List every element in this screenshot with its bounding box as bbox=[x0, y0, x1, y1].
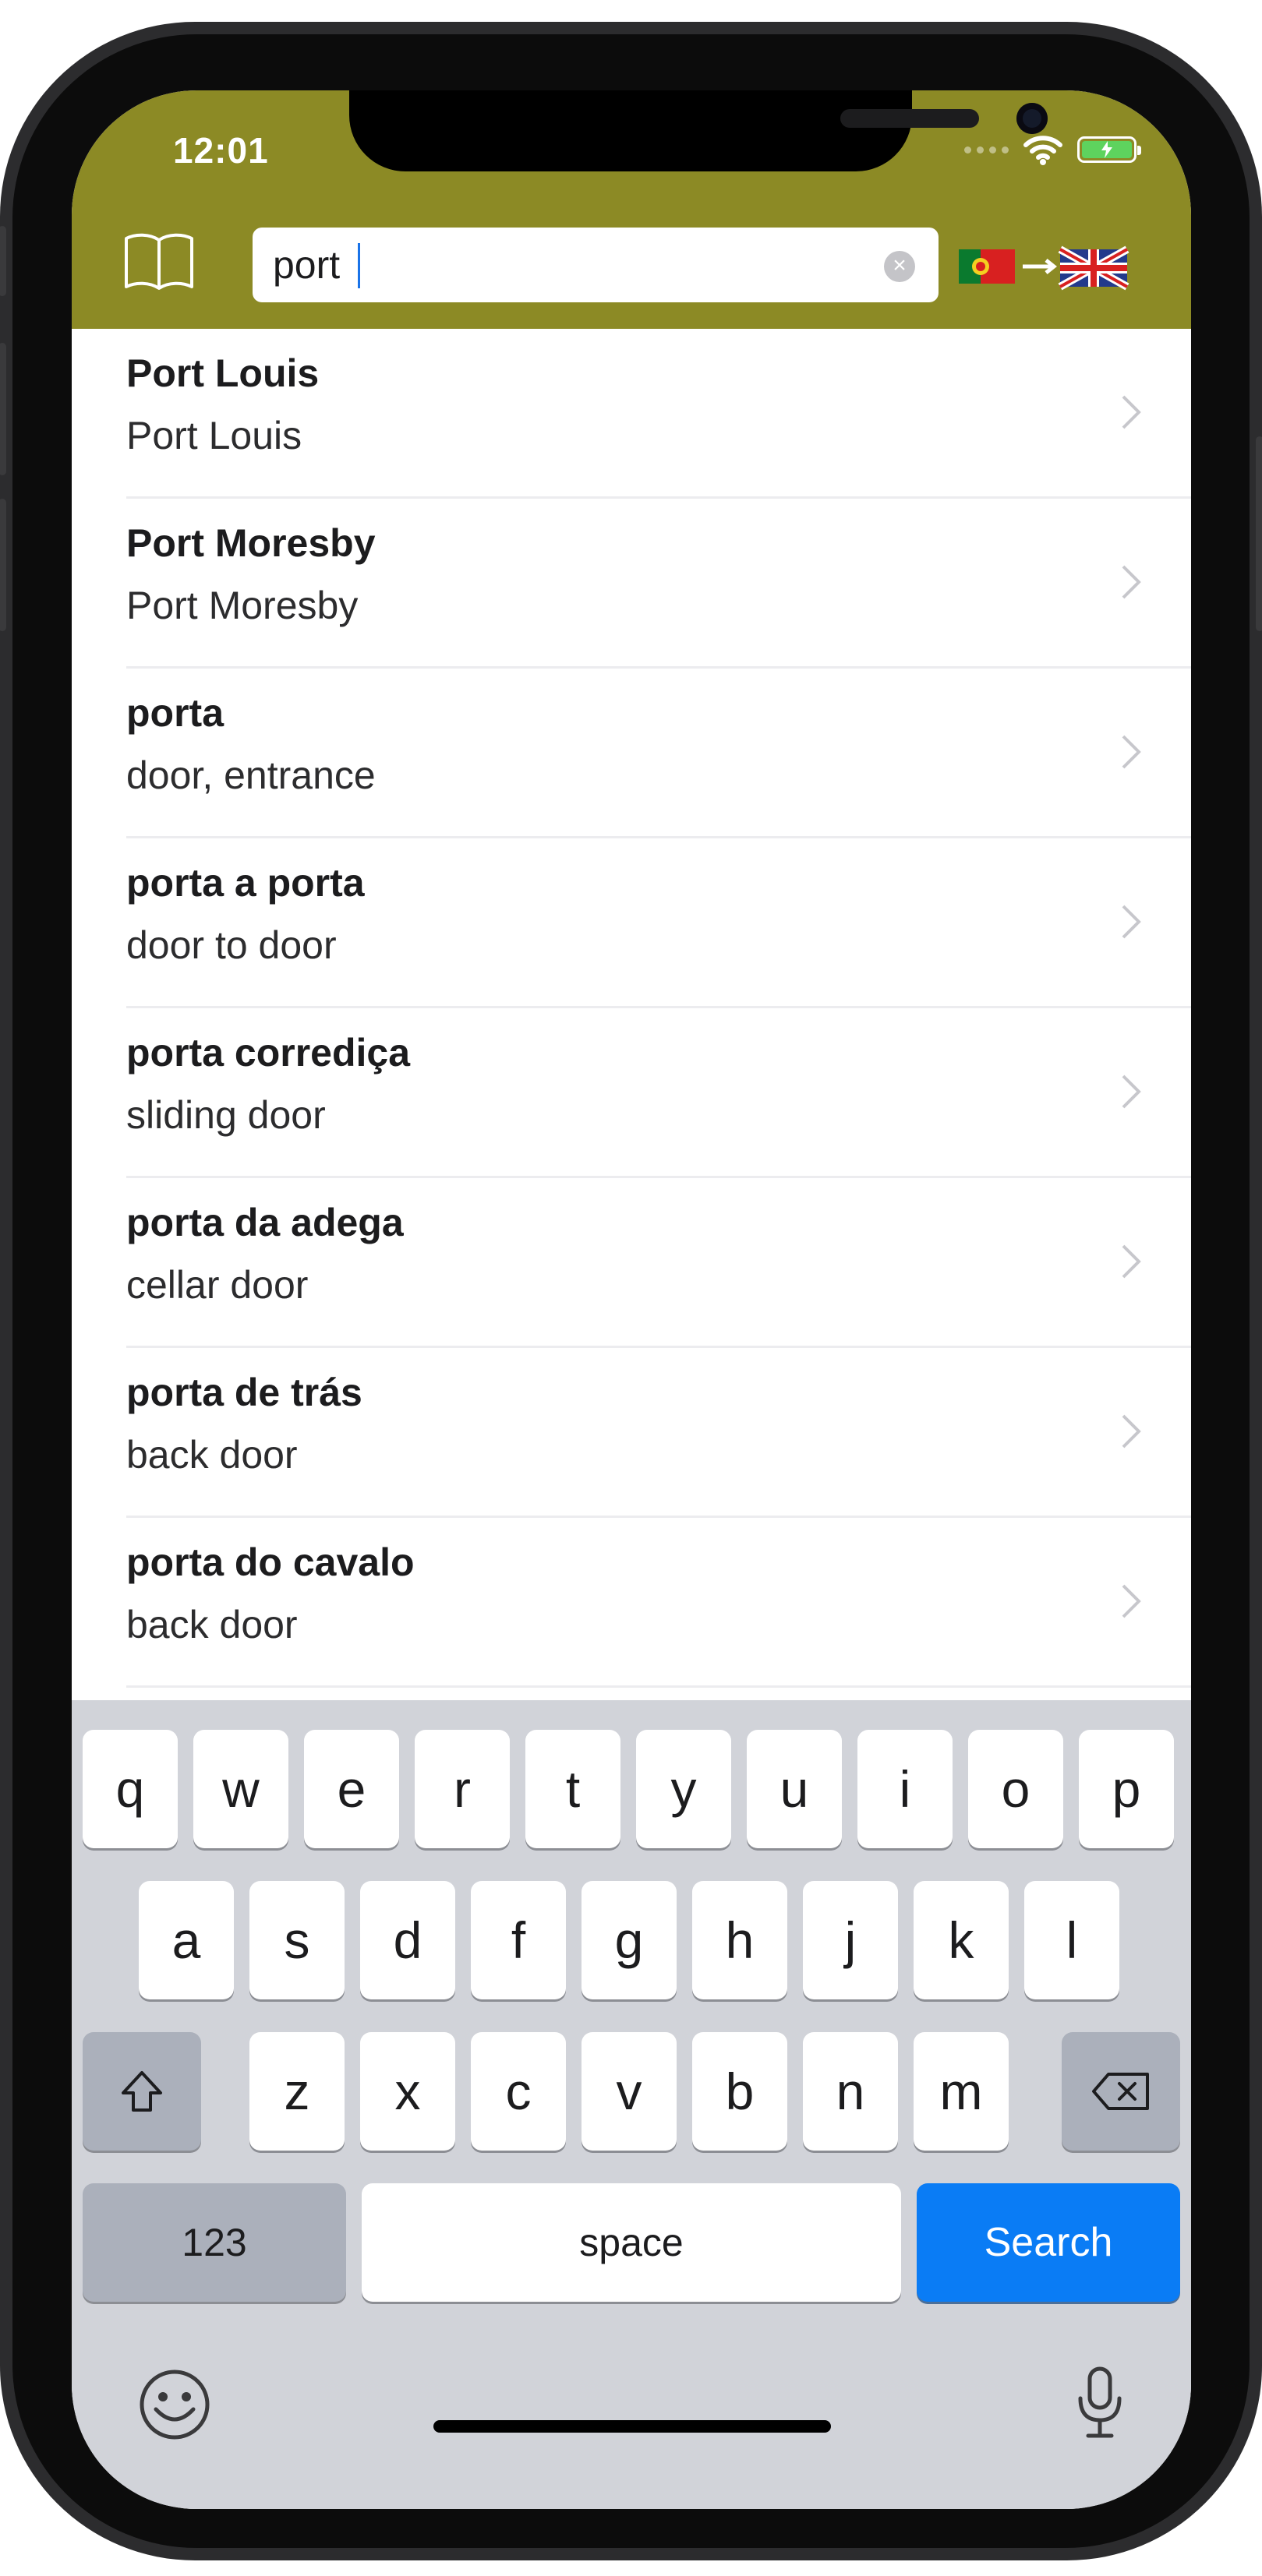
key-m[interactable]: m bbox=[914, 2032, 1009, 2151]
list-item[interactable]: Port Louis Port Louis bbox=[72, 329, 1191, 499]
language-direction-button[interactable] bbox=[959, 234, 1146, 296]
emoji-icon[interactable] bbox=[137, 2367, 212, 2442]
chevron-right-icon bbox=[1122, 395, 1141, 429]
app-header: 12:01 × bbox=[72, 90, 1191, 329]
backspace-icon bbox=[1092, 2073, 1149, 2110]
result-title: Port Moresby bbox=[126, 521, 376, 565]
list-item[interactable]: porta de trás back door bbox=[72, 1348, 1191, 1518]
result-translation: door, entrance bbox=[126, 753, 376, 797]
home-indicator[interactable] bbox=[433, 2420, 831, 2433]
result-translation: back door bbox=[126, 1433, 298, 1477]
text-cursor bbox=[358, 243, 360, 288]
divider bbox=[126, 1685, 1191, 1688]
shift-icon bbox=[122, 2071, 162, 2112]
wifi-icon bbox=[1023, 136, 1062, 165]
status-indicators bbox=[964, 134, 1141, 165]
key-t[interactable]: t bbox=[525, 1730, 620, 1848]
result-translation: Port Moresby bbox=[126, 584, 359, 627]
key-b[interactable]: b bbox=[692, 2032, 787, 2151]
key-s[interactable]: s bbox=[249, 1881, 345, 1999]
key-h[interactable]: h bbox=[692, 1881, 787, 1999]
key-n[interactable]: n bbox=[803, 2032, 898, 2151]
search-input[interactable] bbox=[273, 228, 865, 302]
search-key[interactable]: Search bbox=[917, 2183, 1180, 2302]
key-g[interactable]: g bbox=[582, 1881, 677, 1999]
uk-flag-icon bbox=[1058, 245, 1129, 291]
key-l[interactable]: l bbox=[1024, 1881, 1119, 1999]
phone-screen: 12:01 × bbox=[72, 90, 1191, 2509]
clear-search-icon[interactable]: × bbox=[884, 251, 915, 282]
result-translation: Port Louis bbox=[126, 414, 302, 457]
result-title: porta bbox=[126, 691, 224, 735]
keyboard: q w e r t y u i o p a s d f g h j k l z … bbox=[72, 1700, 1191, 2509]
key-o[interactable]: o bbox=[968, 1730, 1063, 1848]
chevron-right-icon bbox=[1122, 1584, 1141, 1618]
chevron-right-icon bbox=[1122, 1244, 1141, 1279]
result-translation: cellar door bbox=[126, 1263, 309, 1307]
charging-bolt-icon bbox=[1101, 141, 1112, 158]
key-d[interactable]: d bbox=[360, 1881, 455, 1999]
portugal-flag-icon bbox=[959, 249, 1015, 284]
result-translation: sliding door bbox=[126, 1093, 326, 1137]
list-item[interactable]: porta a porta door to door bbox=[72, 838, 1191, 1008]
key-i[interactable]: i bbox=[857, 1730, 953, 1848]
result-title: porta de trás bbox=[126, 1371, 362, 1414]
notch bbox=[349, 90, 1048, 171]
space-key[interactable]: space bbox=[362, 2183, 901, 2302]
key-x[interactable]: x bbox=[360, 2032, 455, 2151]
chevron-right-icon bbox=[1122, 565, 1141, 599]
result-title: porta corrediça bbox=[126, 1031, 411, 1075]
key-r[interactable]: r bbox=[415, 1730, 510, 1848]
key-j[interactable]: j bbox=[803, 1881, 898, 1999]
signal-icon bbox=[964, 146, 1009, 154]
result-title: Port Louis bbox=[126, 351, 320, 395]
result-translation: back door bbox=[126, 1603, 298, 1646]
chevron-right-icon bbox=[1122, 1075, 1141, 1109]
result-translation: door to door bbox=[126, 923, 337, 967]
list-item[interactable]: porta do cavalo back door bbox=[72, 1518, 1191, 1688]
key-y[interactable]: y bbox=[636, 1730, 731, 1848]
key-v[interactable]: v bbox=[582, 2032, 677, 2151]
side-button-mute bbox=[0, 226, 6, 296]
arrow-right-icon bbox=[1023, 259, 1058, 274]
chevron-right-icon bbox=[1122, 905, 1141, 939]
side-button-volume-down bbox=[0, 499, 6, 631]
front-camera bbox=[1016, 103, 1048, 134]
list-item[interactable]: porta door, entrance bbox=[72, 669, 1191, 838]
search-field[interactable]: × bbox=[253, 228, 939, 302]
result-title: porta do cavalo bbox=[126, 1540, 415, 1584]
key-a[interactable]: a bbox=[139, 1881, 234, 1999]
book-icon[interactable] bbox=[122, 231, 196, 293]
result-title: porta da adega bbox=[126, 1201, 404, 1244]
key-w[interactable]: w bbox=[193, 1730, 288, 1848]
delete-key[interactable] bbox=[1062, 2032, 1180, 2151]
result-title: porta a porta bbox=[126, 861, 365, 905]
chevron-right-icon bbox=[1122, 735, 1141, 769]
microphone-icon[interactable] bbox=[1073, 2364, 1127, 2442]
key-u[interactable]: u bbox=[747, 1730, 842, 1848]
list-item[interactable]: Port Moresby Port Moresby bbox=[72, 499, 1191, 669]
key-p[interactable]: p bbox=[1079, 1730, 1174, 1848]
list-item[interactable]: porta da adega cellar door bbox=[72, 1178, 1191, 1348]
results-list: Port Louis Port Louis Port Moresby Port … bbox=[72, 329, 1191, 1700]
key-c[interactable]: c bbox=[471, 2032, 566, 2151]
key-z[interactable]: z bbox=[249, 2032, 345, 2151]
chevron-right-icon bbox=[1122, 1414, 1141, 1449]
numbers-key[interactable]: 123 bbox=[83, 2183, 346, 2302]
battery-icon bbox=[1077, 136, 1141, 163]
key-e[interactable]: e bbox=[304, 1730, 399, 1848]
key-q[interactable]: q bbox=[83, 1730, 178, 1848]
key-f[interactable]: f bbox=[471, 1881, 566, 1999]
status-time: 12:01 bbox=[173, 130, 269, 171]
list-item[interactable]: porta corrediça sliding door bbox=[72, 1008, 1191, 1178]
key-k[interactable]: k bbox=[914, 1881, 1009, 1999]
speaker bbox=[840, 109, 979, 128]
shift-key[interactable] bbox=[83, 2032, 201, 2151]
side-button-power bbox=[1256, 436, 1262, 631]
side-button-volume-up bbox=[0, 343, 6, 475]
